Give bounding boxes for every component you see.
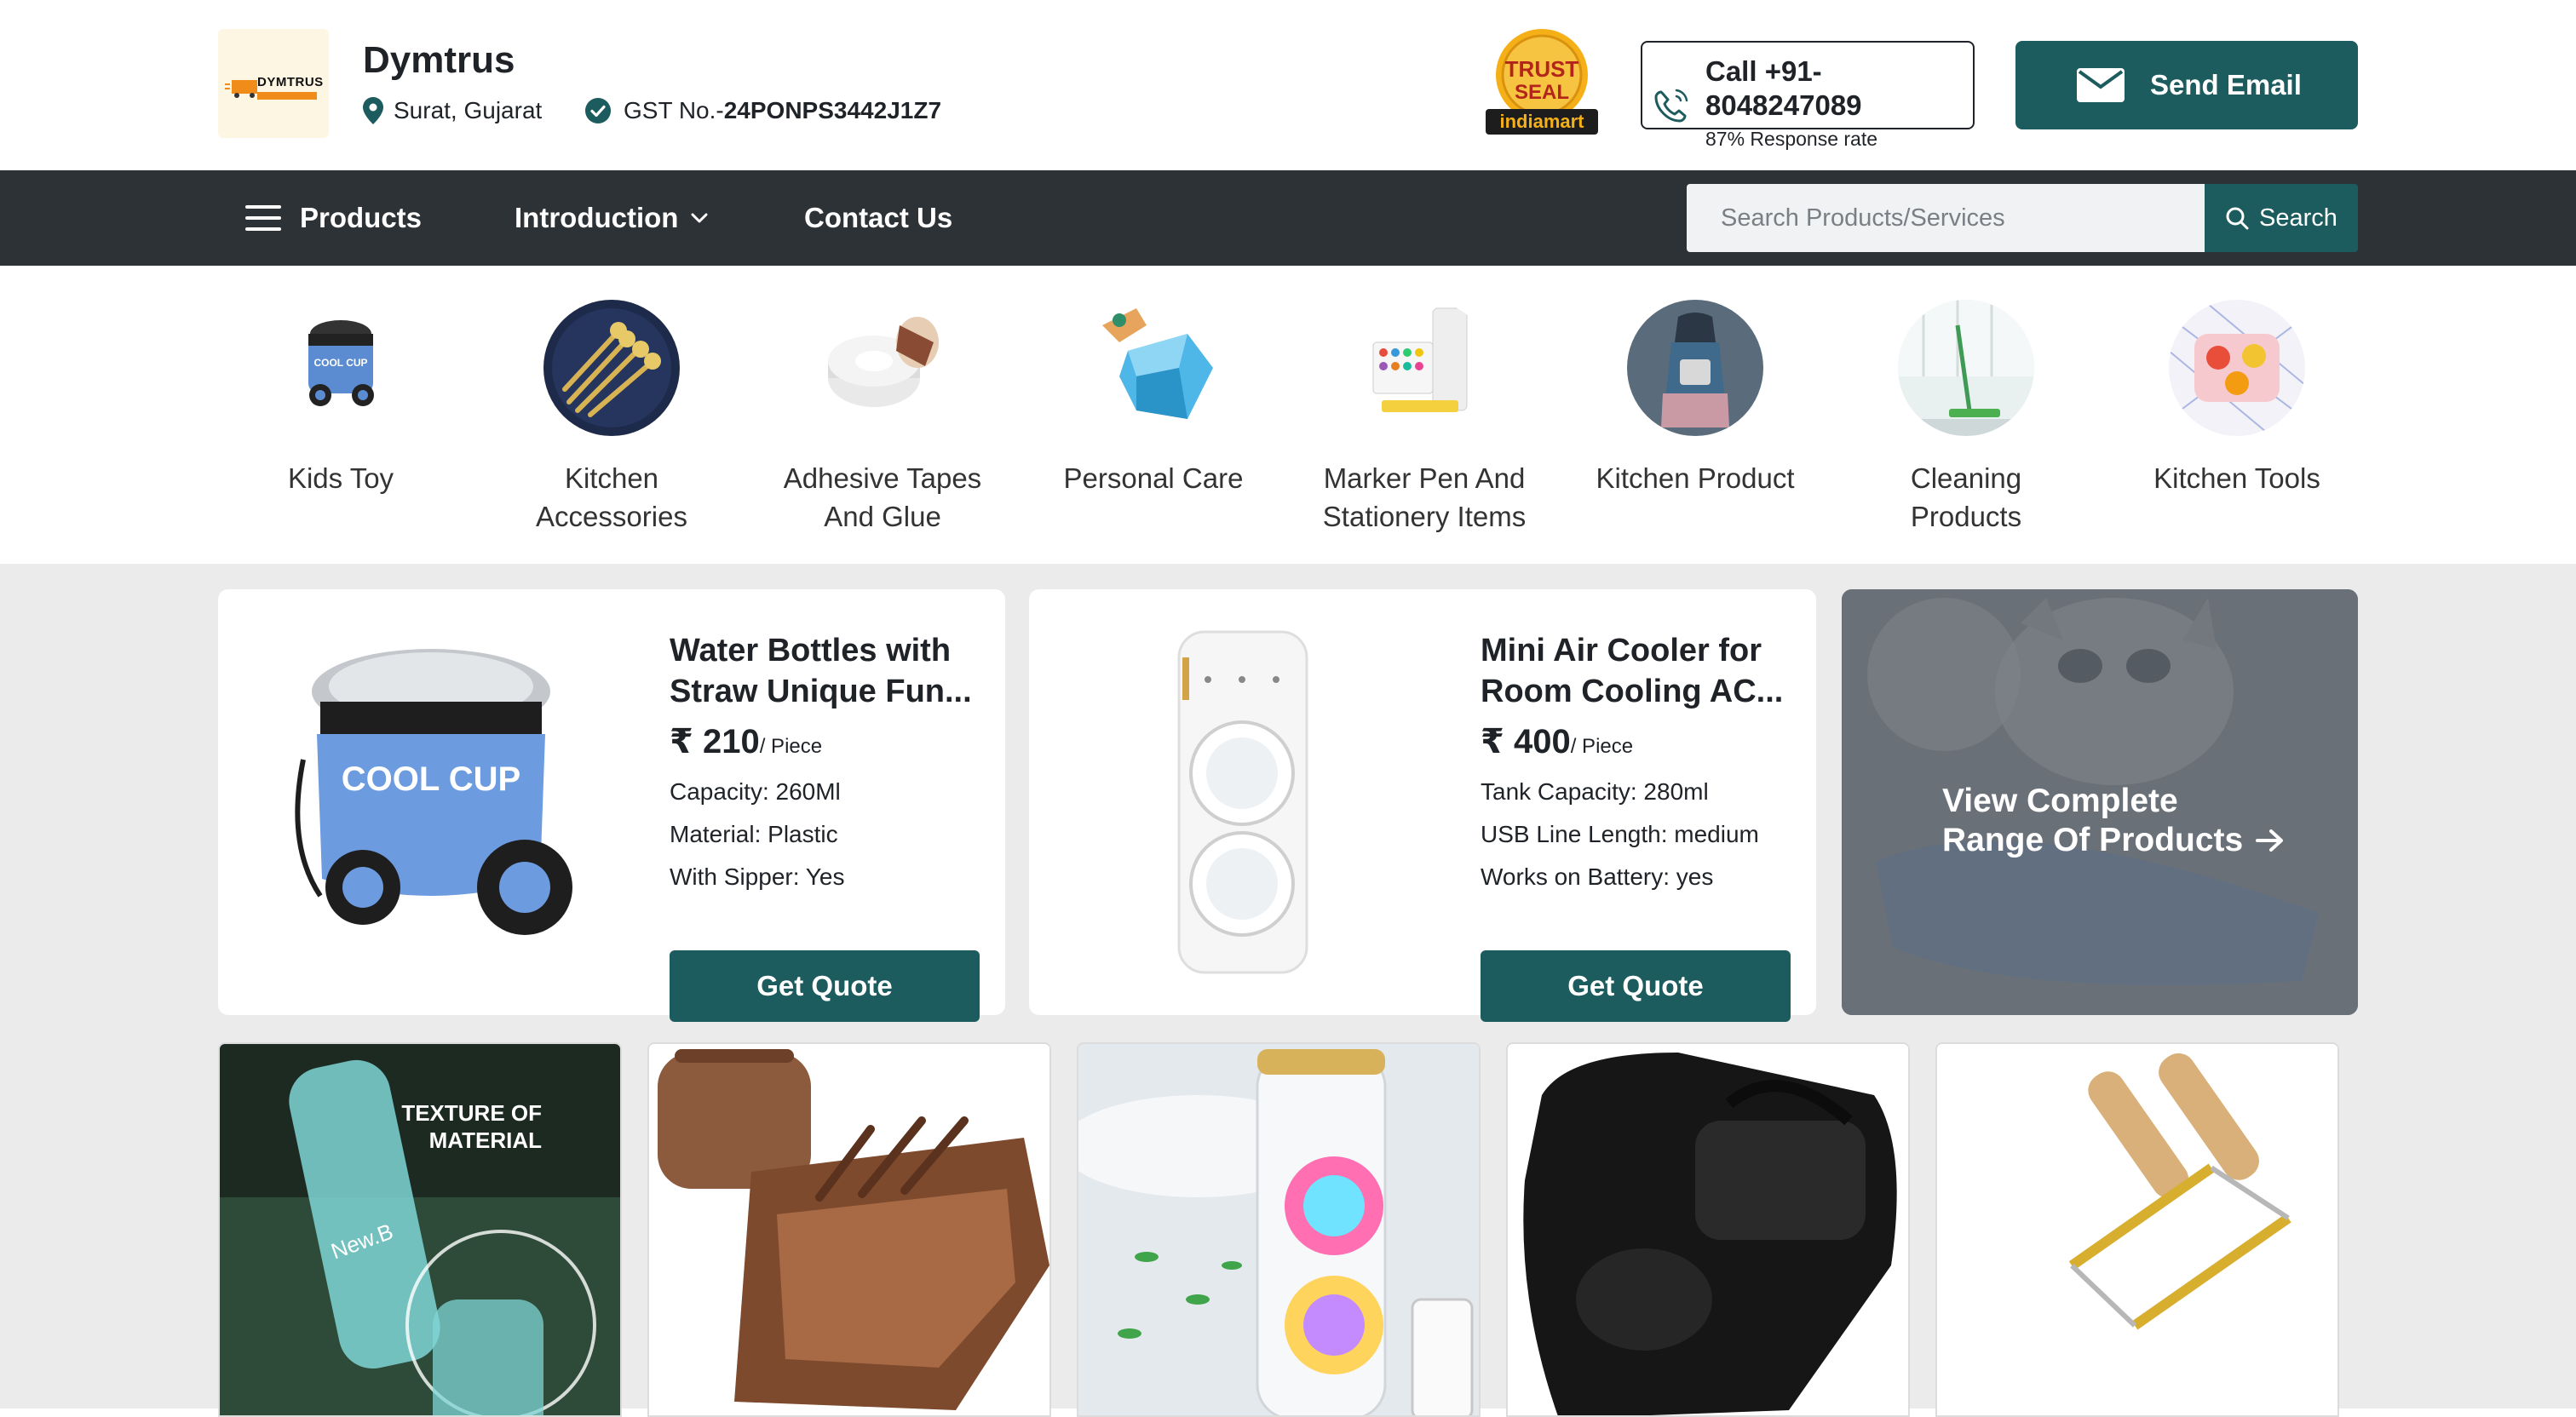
response-rate: 87% Response rate xyxy=(1705,128,1878,150)
trust-seal-line3: indiamart xyxy=(1499,111,1584,132)
phone-icon xyxy=(1654,89,1688,123)
product-image-air-cooler[interactable] xyxy=(1080,623,1404,981)
send-email-label: Send Email xyxy=(2150,69,2302,100)
get-quote-button[interactable]: Get Quote xyxy=(1481,950,1791,1022)
category-marker-pen[interactable]: Marker Pen And Stationery Items xyxy=(1297,300,1552,536)
search-icon xyxy=(2226,207,2249,230)
thumb-water-bottle-image: New.B TEXTURE OF MATERIAL xyxy=(220,1044,620,1415)
search-button[interactable]: Search xyxy=(2205,184,2358,252)
kitchen-accessories-image xyxy=(543,300,680,436)
chevron-down-icon xyxy=(691,213,708,223)
product-price: ₹ 210/ Piece xyxy=(670,723,823,760)
category-kitchen-product[interactable]: Kitchen Product xyxy=(1567,300,1823,497)
kitchen-product-image xyxy=(1627,300,1763,436)
nav-products-label: Products xyxy=(300,202,423,233)
call-button[interactable]: Call +91- 8048247089 xyxy=(1641,41,1975,129)
product-spec: Tank Capacity: 280ml xyxy=(1481,778,1709,805)
adhesive-tape-image xyxy=(814,300,951,436)
product-spec: USB Line Length: medium xyxy=(1481,821,1759,847)
nav-introduction[interactable]: Introduction xyxy=(515,170,709,266)
category-label: Cleaning Products xyxy=(1910,462,2022,532)
thumb-caption-line2: MATERIAL xyxy=(429,1127,543,1153)
kids-toy-image: COOL CUP xyxy=(273,300,409,436)
category-adhesive-tapes[interactable]: Adhesive Tapes And Glue xyxy=(755,300,1010,536)
arrow-right-icon xyxy=(2256,829,2284,852)
category-personal-care[interactable]: Personal Care xyxy=(1026,300,1281,497)
logo-text: DYMTRUS xyxy=(257,75,324,89)
gst-number: 24PONPS3442J1Z7 xyxy=(723,97,942,123)
company-logo[interactable]: DYMTRUS xyxy=(218,29,329,138)
product-image-brand-text: COOL CUP xyxy=(342,760,520,798)
product-spec: Works on Battery: yes xyxy=(1481,863,1714,890)
mail-icon xyxy=(2077,68,2125,102)
product-price: ₹ 400/ Piece xyxy=(1481,723,1634,760)
search-button-label: Search xyxy=(2259,204,2337,232)
kitchen-tools-image xyxy=(2168,299,2306,437)
category-kitchen-tools[interactable]: Kitchen Tools xyxy=(2109,299,2365,497)
nav-contact-us[interactable]: Contact Us xyxy=(804,170,952,266)
category-label: Kitchen Accessories xyxy=(536,462,687,532)
category-strip: COOL CUP Kids Toy Kitchen Accessories Ad… xyxy=(0,266,2576,564)
company-name[interactable]: Dymtrus xyxy=(363,39,515,82)
trust-seal-badge[interactable]: TRUST SEAL indiamart xyxy=(1484,26,1600,136)
category-cleaning-products[interactable]: Cleaning Products xyxy=(1838,300,2094,536)
thumb-car-tray-image xyxy=(1508,1044,1908,1415)
get-quote-button[interactable]: Get Quote xyxy=(670,950,980,1022)
category-kids-toy[interactable]: COOL CUP Kids Toy xyxy=(213,300,469,497)
call-text: Call +91- 8048247089 xyxy=(1705,54,1961,123)
product-thumb[interactable]: New.B TEXTURE OF MATERIAL xyxy=(218,1042,622,1417)
product-title[interactable]: Water Bottles with Straw Unique Fun... xyxy=(670,630,985,712)
cleaning-products-image xyxy=(1898,300,2034,436)
personal-care-image xyxy=(1085,300,1222,436)
logo-bar xyxy=(257,92,317,100)
product-card[interactable]: COOL CUP Water Bottles with Straw Unique… xyxy=(218,589,1005,1022)
category-kitchen-accessories[interactable]: Kitchen Accessories xyxy=(484,300,739,536)
trust-seal-line2: SEAL xyxy=(1515,81,1569,104)
thumb-caption-line1: TEXTURE OF xyxy=(401,1100,542,1126)
send-email-button[interactable]: Send Email xyxy=(2015,41,2358,129)
products-section: COOL CUP Water Bottles with Straw Unique… xyxy=(0,564,2576,1417)
verified-check-icon xyxy=(585,98,611,123)
product-card[interactable]: Mini Air Cooler for Room Cooling AC... ₹… xyxy=(1029,589,1816,1022)
category-label: Adhesive Tapes And Glue xyxy=(783,462,982,532)
category-label: Kids Toy xyxy=(287,462,394,494)
product-title[interactable]: Mini Air Cooler for Room Cooling AC... xyxy=(1481,630,1796,712)
nav-products[interactable]: Products xyxy=(245,170,422,266)
nav-contact-label: Contact Us xyxy=(804,202,953,233)
thumb-air-cooler-image xyxy=(1078,1044,1479,1415)
category-label: Kitchen Tools xyxy=(2153,462,2320,494)
thumb-cosmetic-bag-image xyxy=(649,1044,1049,1415)
location-pin-icon xyxy=(363,97,383,124)
category-label: Personal Care xyxy=(1063,462,1244,494)
search-input[interactable] xyxy=(1687,184,2205,252)
search-bar: Search xyxy=(1687,184,2358,252)
gst-prefix: GST No.- xyxy=(624,97,724,123)
view-all-products-card[interactable]: View Complete Range Of Products xyxy=(1842,589,2358,1015)
site-header: DYMTRUS Dymtrus Surat, Gujarat GST No.- 2… xyxy=(0,0,2576,170)
svg-text:COOL CUP: COOL CUP xyxy=(313,357,367,369)
hamburger-menu-icon xyxy=(245,205,281,231)
product-thumb[interactable] xyxy=(1077,1042,1481,1417)
call-number: 8048247089 xyxy=(1705,89,1862,121)
category-label: Marker Pen And Stationery Items xyxy=(1322,462,1527,532)
product-spec: With Sipper: Yes xyxy=(670,863,845,890)
location-text: Surat, Gujarat xyxy=(394,97,543,123)
category-label: Kitchen Product xyxy=(1596,462,1795,494)
call-label: Call +91- xyxy=(1705,55,1822,87)
marker-pen-image xyxy=(1356,300,1492,436)
thumb-lint-remover-image xyxy=(1937,1044,2337,1415)
gst-info: GST No.- 24PONPS3442J1Z7 xyxy=(584,95,941,126)
location: Surat, Gujarat xyxy=(363,95,542,126)
product-thumb[interactable] xyxy=(1935,1042,2339,1417)
product-thumb[interactable] xyxy=(647,1042,1051,1417)
product-spec: Capacity: 260Ml xyxy=(670,778,841,805)
product-image-water-bottle[interactable]: COOL CUP xyxy=(269,623,593,981)
product-spec: Material: Plastic xyxy=(670,821,838,847)
trust-seal-line1: TRUST xyxy=(1505,56,1579,82)
nav-introduction-label: Introduction xyxy=(515,202,679,233)
product-thumb[interactable] xyxy=(1506,1042,1910,1417)
view-all-text: View Complete Range Of Products xyxy=(1942,782,2285,860)
